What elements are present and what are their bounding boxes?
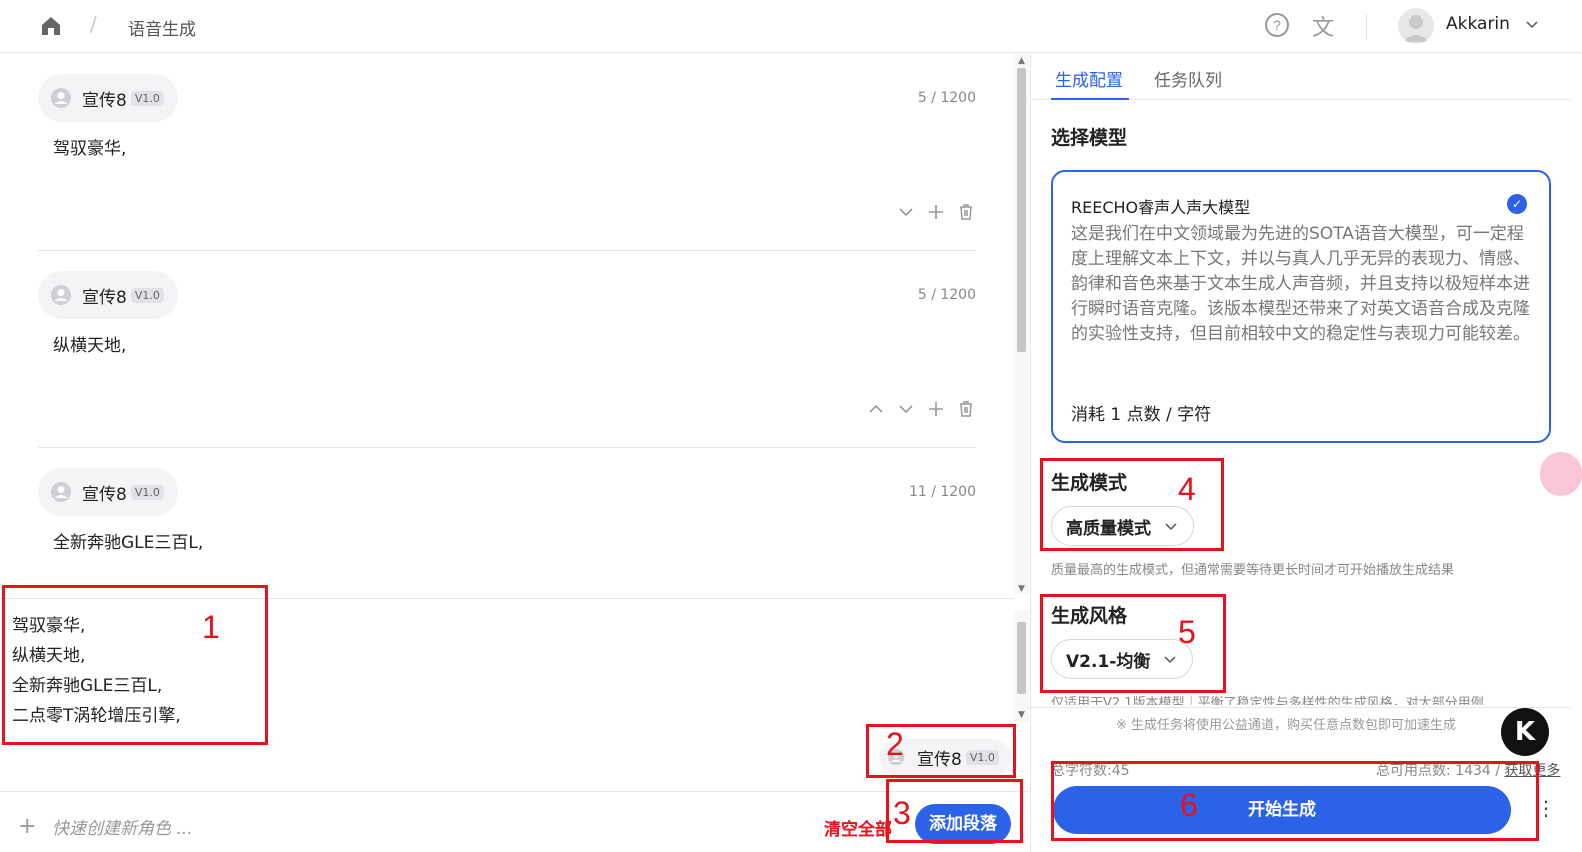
divider — [1366, 14, 1367, 40]
char-count: 5 / 1200 — [917, 287, 976, 303]
mode-note: 质量最高的生成模式，但通常需要等待更长时间才可开始播放生成结果 — [1051, 563, 1455, 578]
model-name: REECHO睿声人声大模型 — [1071, 198, 1251, 217]
config-panel: 生成配置 任务队列 选择模型 REECHO睿声人声大模型 ✓ 这是我们在中文领域… — [1030, 54, 1571, 852]
plus-icon[interactable] — [926, 399, 946, 419]
segment-tools — [896, 202, 976, 222]
scrollbar[interactable]: ▼ — [1014, 610, 1029, 722]
user-icon — [51, 88, 71, 108]
segment-text[interactable]: 全新奔驰GLE三百L, — [53, 528, 203, 553]
char-count: 11 / 1200 — [908, 484, 976, 500]
translate-icon[interactable]: 文 — [1312, 10, 1340, 41]
trash-icon[interactable] — [956, 399, 976, 419]
version-badge: V1.0 — [130, 90, 164, 106]
scroll-down-icon[interactable]: ▼ — [1018, 710, 1025, 720]
annotation-box-4 — [1040, 458, 1224, 551]
tip-text: ※ 生成任务将使用公益通道，购买任意点数包即可加速生成 — [1116, 718, 1457, 733]
trash-icon[interactable] — [956, 202, 976, 222]
style-note: 仅适用于V2.1版本模型｜平衡了稳定性与多样性的生成风格，对大部分用例 — [1051, 696, 1484, 705]
user-icon — [51, 482, 71, 502]
role-name: 宣传8 — [82, 484, 127, 505]
annotation-number: 3 — [893, 795, 911, 831]
check-icon: ✓ — [1507, 194, 1527, 214]
model-card[interactable]: REECHO睿声人声大模型 ✓ 这是我们在中文领域最为先进的SOTA语音大模型，… — [1051, 170, 1551, 443]
chevron-down-icon[interactable] — [896, 202, 916, 222]
annotation-number: 6 — [1180, 787, 1198, 823]
text-editor[interactable]: 驾驭豪华, 纵横天地, 全新奔驰GLE三百L, 二点零T涡轮增压引擎, 1 — [0, 585, 1014, 790]
model-description: 这是我们在中文领域最为先进的SOTA语音大模型，可一定程度上理解文本上下文，并以… — [1071, 224, 1530, 344]
plus-icon[interactable]: + — [18, 814, 36, 839]
annotation-box-5 — [1040, 594, 1226, 693]
role-name: 宣传8 — [82, 90, 127, 111]
editor-line[interactable]: 纵横天地, — [12, 641, 85, 666]
user-icon — [51, 285, 71, 305]
breadcrumb-separator: / — [90, 12, 97, 36]
divider — [1031, 707, 1571, 708]
tab-generate-config[interactable]: 生成配置 — [1055, 66, 1123, 91]
breadcrumb: 语音生成 — [128, 20, 196, 40]
role-chip[interactable]: 宣传8 V1.0 — [38, 74, 178, 122]
home-icon[interactable] — [38, 14, 64, 38]
editor-line[interactable]: 二点零T涡轮增压引擎, — [12, 701, 181, 726]
segment-tools — [866, 399, 976, 419]
scrollbar-thumb[interactable] — [1017, 68, 1026, 352]
avatar[interactable] — [1398, 8, 1434, 44]
scroll-up-icon[interactable]: ▲ — [1018, 56, 1025, 66]
segment-card: 宣传8 V1.0 5 / 1200 驾驭豪华, — [38, 54, 976, 251]
segment-card: 宣传8 V1.0 5 / 1200 纵横天地, — [38, 251, 976, 448]
model-cost: 消耗 1 点数 / 字符 — [1071, 405, 1212, 425]
chevron-up-icon[interactable] — [866, 399, 886, 419]
select-model-title: 选择模型 — [1051, 127, 1128, 149]
segment-list: 宣传8 V1.0 5 / 1200 驾驭豪华, 宣传8 V1.0 5 / 120… — [0, 54, 1014, 594]
version-badge: V1.0 — [130, 287, 164, 303]
char-count: 5 / 1200 — [917, 90, 976, 106]
scrollbar-thumb[interactable] — [1017, 622, 1026, 694]
floating-assistant-icon[interactable] — [1540, 452, 1582, 496]
role-chip[interactable]: 宣传8 V1.0 — [38, 468, 178, 516]
quick-create-input[interactable]: 快速创建新角色 ... — [52, 814, 193, 839]
role-chip[interactable]: 宣传8 V1.0 — [38, 271, 178, 319]
role-name: 宣传8 — [82, 287, 127, 308]
annotation-number: 2 — [886, 726, 904, 762]
clear-all-button[interactable]: 清空全部 — [824, 815, 892, 840]
scroll-down-icon[interactable]: ▼ — [1018, 584, 1025, 594]
k-logo-icon[interactable]: K — [1501, 708, 1549, 756]
segment-text[interactable]: 纵横天地, — [53, 331, 126, 356]
segment-text[interactable]: 驾驭豪华, — [53, 134, 126, 159]
annotation-box-6 — [1051, 761, 1539, 841]
chevron-down-icon[interactable] — [1524, 16, 1540, 32]
plus-icon[interactable] — [926, 202, 946, 222]
editor-line[interactable]: 驾驭豪华, — [12, 611, 85, 636]
more-icon[interactable]: ⋮ — [1536, 796, 1556, 820]
tab-task-queue[interactable]: 任务队列 — [1154, 66, 1222, 91]
svg-text:?: ? — [1273, 17, 1281, 33]
annotation-number: 4 — [1178, 471, 1196, 507]
help-icon[interactable]: ? — [1264, 12, 1290, 38]
tab-bar: 生成配置 任务队列 — [1031, 54, 1571, 100]
editor-line[interactable]: 全新奔驰GLE三百L, — [12, 671, 162, 696]
version-badge: V1.0 — [130, 484, 164, 500]
top-bar: / 语音生成 ? 文 Akkarin — [0, 0, 1582, 53]
scrollbar[interactable]: ▲ ▼ — [1014, 54, 1029, 594]
bottom-bar: + 快速创建新角色 ... 清空全部 添加段落 — [0, 791, 1029, 852]
segment-card: 宣传8 V1.0 11 / 1200 全新奔驰GLE三百L, — [38, 448, 976, 594]
annotation-number: 1 — [202, 609, 220, 645]
active-tab-indicator — [1051, 98, 1129, 100]
chevron-down-icon[interactable] — [896, 399, 916, 419]
username[interactable]: Akkarin — [1446, 14, 1510, 34]
annotation-number: 5 — [1178, 614, 1196, 650]
